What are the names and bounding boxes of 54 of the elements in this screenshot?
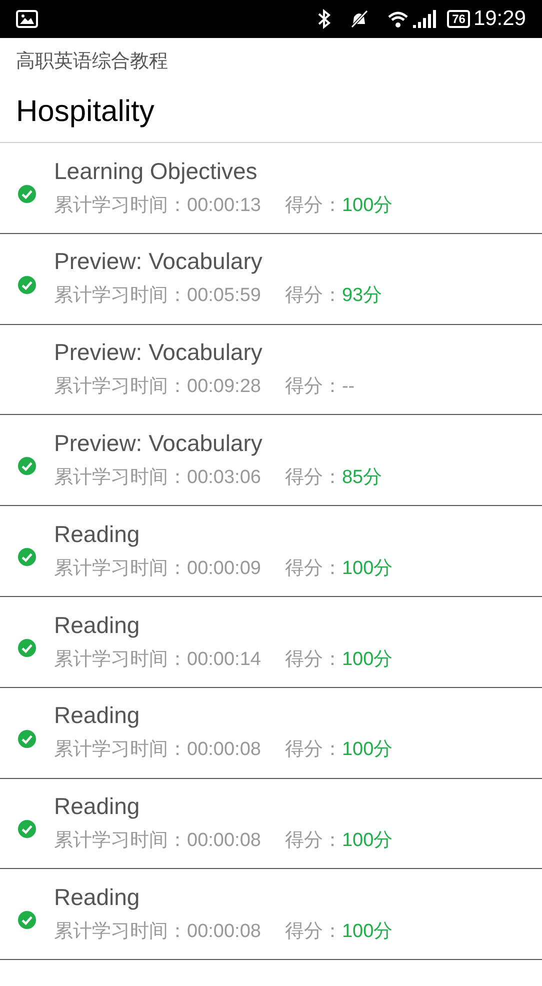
score-label: 得分： — [284, 738, 342, 762]
clock: 19:29 — [473, 6, 526, 32]
score-value: 100分 — [342, 829, 393, 854]
lesson-title: Reading — [54, 792, 141, 822]
study-time: 累计学习时间：00:00:13 — [54, 194, 261, 218]
study-time: 累计学习时间：00:00:09 — [54, 556, 261, 581]
score-value: 100分 — [342, 648, 393, 672]
bluetooth-icon — [317, 9, 332, 29]
study-time: 累计学习时间：00:00:08 — [54, 920, 261, 944]
score-label: 得分： — [284, 648, 342, 672]
study-time: 累计学习时间：00:00:14 — [54, 648, 261, 672]
lesson-row[interactable]: Reading 累计学习时间：00:00:08 得分：100分 — [0, 869, 542, 960]
score-value: 85分 — [342, 466, 382, 490]
lesson-row[interactable]: Preview: Vocabulary 累计学习时间：00:09:28 得分：-- — [0, 324, 542, 416]
score-value: 100分 — [342, 920, 393, 944]
lesson-row[interactable]: Reading 累计学习时间：00:00:14 得分：100分 — [0, 596, 542, 688]
lesson-row[interactable]: Reading 累计学习时间：00:00:08 得分：100分 — [0, 778, 542, 870]
score-value: 100分 — [342, 194, 393, 218]
study-time: 累计学习时间：00:09:28 — [54, 375, 261, 400]
lesson-title: Reading — [54, 610, 141, 640]
score-value: 100分 — [342, 556, 393, 581]
page-title: Hospitality — [16, 94, 156, 130]
lesson-row[interactable]: Learning Objectives 累计学习时间：00:00:13 得分：100分 — [0, 143, 542, 234]
score-value: 100分 — [342, 738, 393, 762]
image-icon — [16, 10, 38, 28]
score-label: 得分： — [284, 284, 342, 308]
lesson-row[interactable]: Preview: Vocabulary 累计学习时间：00:05:59 得分：93分 — [0, 234, 542, 325]
lesson-title: Preview: Vocabulary — [54, 338, 264, 368]
wifi-icon — [387, 10, 410, 28]
study-time: 累计学习时间：00:00:08 — [54, 738, 261, 762]
muted-bell-icon — [349, 9, 370, 29]
lesson-title: Learning Objectives — [54, 156, 258, 186]
study-time: 累计学习时间：00:00:08 — [54, 829, 261, 854]
score-label: 得分： — [284, 920, 342, 944]
lesson-row[interactable]: Reading 累计学习时间：00:00:09 得分：100分 — [0, 506, 542, 597]
score-value: -- — [342, 375, 355, 400]
lesson-title: Preview: Vocabulary — [54, 429, 264, 458]
signal-icon — [413, 10, 438, 28]
score-label: 得分： — [284, 556, 342, 581]
study-time: 累计学习时间：00:05:59 — [54, 284, 261, 308]
lesson-title: Reading — [54, 701, 141, 730]
lesson-title: Reading — [54, 883, 141, 912]
battery-level: 76 — [447, 10, 470, 28]
score-label: 得分： — [284, 194, 342, 218]
lesson-row[interactable]: Preview: Vocabulary 累计学习时间：00:03:06 得分：85分 — [0, 415, 542, 506]
course-subtitle: 高职英语综合教程 — [16, 50, 169, 74]
score-label: 得分： — [284, 466, 342, 490]
score-label: 得分： — [284, 375, 342, 400]
score-value: 93分 — [342, 284, 382, 308]
lesson-row[interactable]: Reading 累计学习时间：00:00:08 得分：100分 — [0, 688, 542, 779]
study-time: 累计学习时间：00:03:06 — [54, 466, 261, 490]
lesson-title: Preview: Vocabulary — [54, 247, 264, 276]
lesson-title: Reading — [54, 520, 141, 549]
score-label: 得分： — [284, 829, 342, 854]
